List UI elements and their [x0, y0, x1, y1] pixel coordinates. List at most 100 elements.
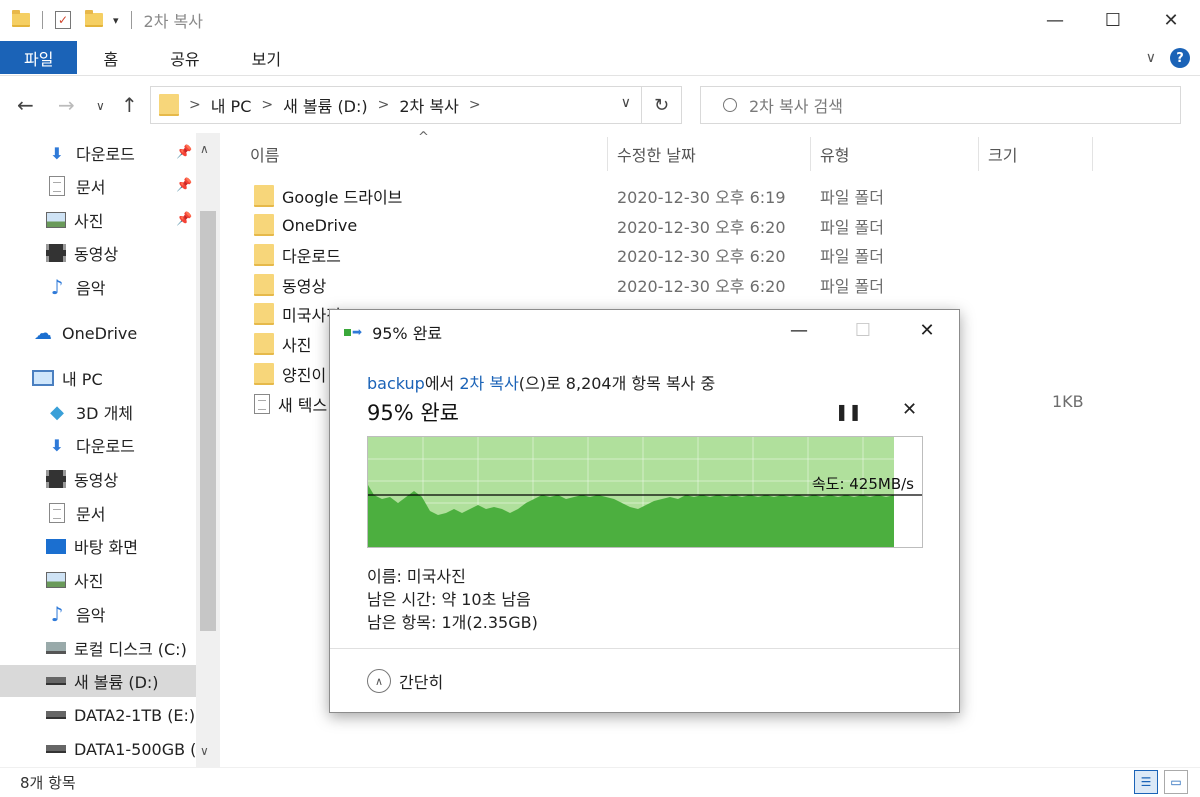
- pause-button[interactable]: ❚❚: [835, 402, 862, 421]
- sidebar-item-local-disk-c[interactable]: 로컬 디스크 (C:): [0, 632, 187, 664]
- toolbar-separator: [42, 11, 43, 29]
- sidebar-item-pictures[interactable]: 사진: [0, 204, 103, 236]
- column-divider[interactable]: [810, 137, 811, 171]
- copy-icon: ➡: [344, 325, 362, 339]
- sidebar-item-onedrive[interactable]: ☁ OneDrive: [0, 317, 137, 349]
- less-details-label: 간단히: [399, 673, 444, 692]
- source-link[interactable]: backup: [367, 374, 425, 393]
- address-dropdown-icon[interactable]: ∨: [621, 95, 631, 111]
- column-header-type[interactable]: 유형: [820, 137, 849, 171]
- details-view-icon[interactable]: ☰: [1134, 770, 1158, 794]
- destination-link[interactable]: 2차 복사: [459, 374, 518, 393]
- navigation-pane: ⬇ 다운로드 📌 문서 📌 사진 📌 동영상 ♪ 음악 ☁ OneDrive 내…: [0, 133, 220, 767]
- file-row[interactable]: Google 드라이브 2020-12-30 오후 6:19 파일 폴더: [244, 180, 1104, 209]
- forward-button[interactable]: →: [58, 93, 75, 117]
- file-row[interactable]: 동영상 2020-12-30 오후 6:20 파일 폴더: [244, 269, 1104, 298]
- text-file-icon: [254, 394, 270, 414]
- sidebar-item-desktop[interactable]: 바탕 화면: [0, 530, 138, 562]
- window-title: 2차 복사: [143, 12, 203, 31]
- scroll-down-icon[interactable]: ∨: [200, 744, 209, 758]
- dialog-minimize-button[interactable]: —: [767, 310, 831, 350]
- minimize-button[interactable]: —: [1026, 0, 1084, 40]
- file-row[interactable]: OneDrive 2020-12-30 오후 6:20 파일 폴더: [244, 210, 1104, 239]
- document-icon: [46, 176, 68, 196]
- progress-heading: 95% 완료: [367, 401, 459, 425]
- sidebar-item-videos[interactable]: 동영상: [0, 237, 118, 269]
- folder-icon: [254, 244, 274, 266]
- chevron-right-icon[interactable]: >: [261, 97, 273, 113]
- folder-icon: [254, 274, 274, 296]
- sidebar-item-label: 3D 개체: [76, 404, 134, 423]
- maximize-button[interactable]: ☐: [1084, 0, 1142, 40]
- drive-icon: [46, 745, 66, 753]
- file-name: OneDrive: [282, 215, 358, 235]
- back-button[interactable]: ←: [17, 93, 34, 117]
- breadcrumb-volume-d[interactable]: 새 볼륨 (D:): [283, 93, 368, 117]
- sidebar-item-this-pc[interactable]: 내 PC: [0, 362, 103, 394]
- address-bar[interactable]: > 내 PC > 새 볼륨 (D:) > 2차 복사 > ∨ ↻: [150, 86, 682, 124]
- sidebar-item-3d-objects[interactable]: ◆ 3D 개체: [0, 396, 133, 428]
- large-icons-view-icon[interactable]: ▭: [1164, 770, 1188, 794]
- tab-share[interactable]: 공유: [144, 40, 225, 76]
- column-divider[interactable]: [607, 137, 608, 171]
- close-button[interactable]: ✕: [1142, 0, 1200, 40]
- items-remaining: 남은 항목: 1개(2.35GB): [367, 613, 538, 632]
- column-header-size[interactable]: 크기: [988, 137, 1017, 171]
- chevron-right-icon[interactable]: >: [469, 97, 481, 113]
- tab-home[interactable]: 홈: [77, 40, 144, 76]
- file-row[interactable]: 다운로드 2020-12-30 오후 6:20 파일 폴더: [244, 239, 1104, 268]
- breadcrumb-this-pc[interactable]: 내 PC: [211, 93, 252, 117]
- cancel-copy-button[interactable]: ✕: [902, 399, 917, 420]
- dialog-close-button[interactable]: ✕: [895, 310, 959, 350]
- sidebar-item-data2-e[interactable]: DATA2-1TB (E:): [0, 699, 195, 731]
- picture-icon: [46, 572, 66, 588]
- sidebar-item-pictures-pc[interactable]: 사진: [0, 564, 103, 596]
- refresh-button[interactable]: ↻: [641, 87, 681, 123]
- file-date: 2020-12-30 오후 6:20: [617, 277, 786, 296]
- tab-file[interactable]: 파일: [0, 41, 78, 74]
- pin-icon[interactable]: 📌: [176, 212, 192, 227]
- sidebar-item-videos-pc[interactable]: 동영상: [0, 463, 118, 495]
- recent-locations-button[interactable]: ∨: [96, 99, 105, 113]
- customize-toolbar-icon[interactable]: ▾: [113, 14, 119, 27]
- picture-icon: [46, 212, 66, 228]
- sidebar-item-downloads[interactable]: ⬇ 다운로드: [0, 137, 135, 169]
- sidebar-scroll-thumb[interactable]: [200, 211, 216, 631]
- column-divider[interactable]: [978, 137, 979, 171]
- tab-view[interactable]: 보기: [226, 40, 307, 76]
- properties-check-icon[interactable]: ✓: [55, 11, 71, 29]
- chevron-right-icon[interactable]: >: [378, 97, 390, 113]
- folder-icon: [254, 363, 274, 385]
- sidebar-item-music[interactable]: ♪ 음악: [0, 271, 106, 303]
- pin-icon[interactable]: 📌: [176, 145, 192, 160]
- sidebar-item-documents-pc[interactable]: 문서: [0, 497, 105, 529]
- search-input[interactable]: 2차 복사 검색: [749, 93, 843, 117]
- file-name: 사진: [282, 336, 312, 355]
- column-header-modified[interactable]: 수정한 날짜: [617, 137, 696, 171]
- up-button[interactable]: ↑: [121, 93, 138, 117]
- breadcrumb-current-folder[interactable]: 2차 복사: [399, 93, 458, 117]
- copy-summary: backup에서 2차 복사(으)로 8,204개 항목 복사 중: [367, 370, 715, 394]
- column-divider[interactable]: [1092, 137, 1093, 171]
- folder-icon: [159, 94, 179, 116]
- sidebar-item-data1[interactable]: DATA1-500GB (: [0, 733, 196, 765]
- sidebar-item-volume-d[interactable]: 새 볼륨 (D:): [0, 665, 196, 697]
- search-box[interactable]: 2차 복사 검색: [700, 86, 1181, 124]
- pin-icon[interactable]: 📌: [176, 178, 192, 193]
- help-icon[interactable]: ?: [1170, 48, 1190, 68]
- column-header-name[interactable]: 이름: [250, 137, 279, 171]
- file-date: 2020-12-30 오후 6:20: [617, 218, 786, 237]
- sidebar-item-downloads-pc[interactable]: ⬇ 다운로드: [0, 429, 135, 461]
- chevron-right-icon[interactable]: >: [189, 97, 201, 113]
- scroll-up-icon[interactable]: ∧: [200, 142, 209, 156]
- speed-graph-svg: 속도: 425MB/s: [368, 437, 922, 547]
- new-folder-icon[interactable]: [85, 10, 103, 27]
- expand-ribbon-icon[interactable]: ∨: [1146, 50, 1156, 66]
- folder-icon[interactable]: [12, 10, 30, 27]
- sidebar-item-music-pc[interactable]: ♪ 음악: [0, 598, 106, 630]
- download-arrow-icon: ⬇: [50, 143, 64, 163]
- less-details-button[interactable]: ∧ 간단히: [367, 669, 443, 693]
- sidebar-item-documents[interactable]: 문서: [0, 170, 105, 202]
- sidebar-item-label: 새 볼륨 (D:): [74, 673, 159, 692]
- file-type: 파일 폴더: [820, 247, 884, 266]
